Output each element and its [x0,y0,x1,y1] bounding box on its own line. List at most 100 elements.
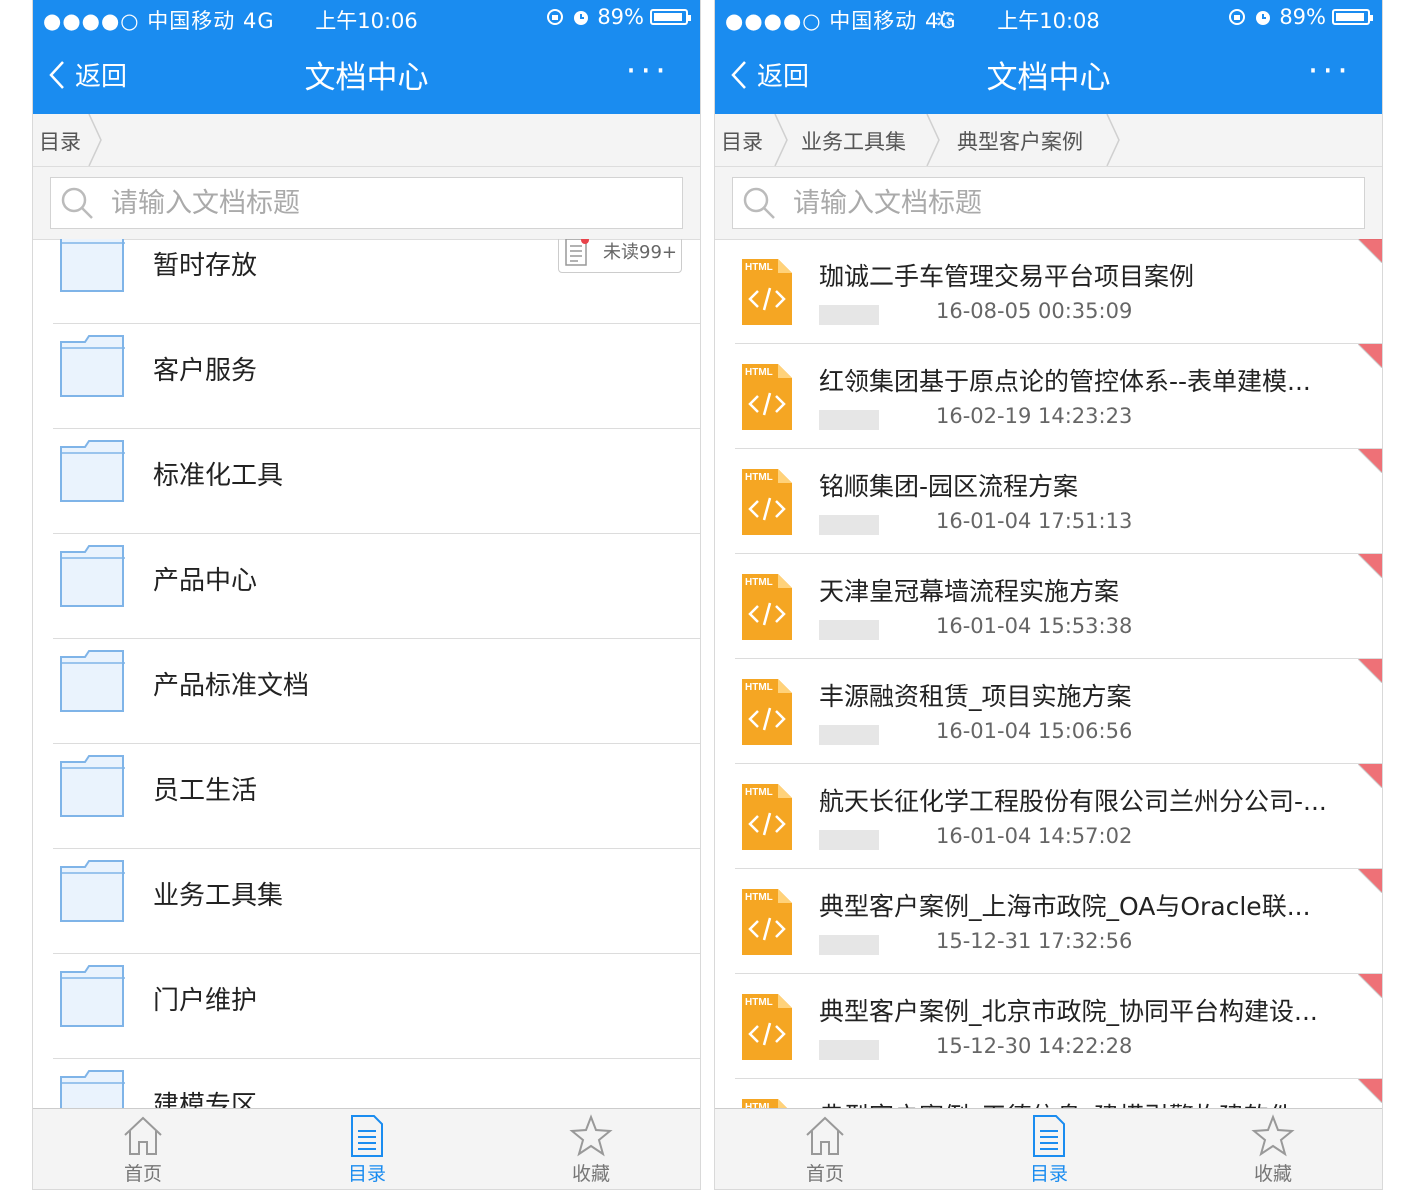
status-bar: ●●●●○ 中国移动 4G 上午10:08 89% [715,0,1382,36]
unread-corner-icon [1358,659,1382,683]
more-button[interactable]: ··· [626,54,670,88]
search-input[interactable] [109,186,618,220]
document-row[interactable]: HTML 珈诚二手车管理交易平台项目案例 16-08-05 00:35:09 [715,239,1382,344]
right-screen: ●●●●○ 中国移动 4G 上午10:08 89% 返回 文档中心 ··· 目录… [714,0,1383,1190]
folder-label: 门户维护 [153,986,258,1016]
document-date: 16-01-04 15:06:56 [936,719,1133,743]
tab-home[interactable]: 首页 [765,1113,885,1186]
breadcrumb: 目录 业务工具集 典型客户案例 [715,114,1382,167]
document-date: 16-02-19 14:23:23 [936,404,1133,428]
unread-corner-icon [1358,764,1382,788]
breadcrumb: 目录 [33,114,700,167]
rotation-lock-icon [1229,9,1246,25]
unread-corner-icon [1358,554,1382,578]
author-redacted [819,935,879,955]
document-title: 丰源融资租赁_项目实施方案 [819,682,1132,711]
document-date: 16-01-04 14:57:02 [936,824,1133,848]
author-redacted [819,1040,879,1060]
folder-icon [60,335,125,397]
folder-row[interactable]: 门户维护 [33,954,700,1059]
document-list-icon [351,1115,383,1157]
html-file-icon: HTML [742,574,792,640]
breadcrumb-item-cases[interactable]: 典型客户案例 [957,126,1083,156]
breadcrumb-separator-icon [1106,114,1120,166]
tab-bar: 首页 目录 收藏 [33,1108,700,1189]
document-row[interactable]: HTML典型客户案例_天德信息_建模引擎构建软件... [715,1079,1382,1110]
tab-catalog[interactable]: 目录 [989,1113,1109,1186]
breadcrumb-item-root[interactable]: 目录 [721,126,763,156]
folder-row[interactable]: 员工生活 [33,744,700,849]
author-redacted [819,830,879,850]
folder-row[interactable]: 客户服务 [33,324,700,429]
document-row[interactable]: HTML 天津皇冠幕墙流程实施方案 16-01-04 15:53:38 [715,554,1382,659]
author-redacted [819,725,879,745]
author-redacted [819,620,879,640]
folder-icon [60,1070,125,1110]
document-row[interactable]: HTML 航天长征化学工程股份有限公司兰州分公司-... 16-01-04 14:5… [715,764,1382,869]
header: ●●●●○ 中国移动 4G 上午10:06 89% 返回 文档中心 ··· [33,0,700,114]
unread-badge[interactable]: 未读99+ [558,239,682,273]
folder-row[interactable]: 产品标准文档 [33,639,700,744]
breadcrumb-item-root[interactable]: 目录 [39,126,81,156]
breadcrumb-item-toolset[interactable]: 业务工具集 [801,126,906,156]
alarm-icon [1256,11,1271,25]
breadcrumb-separator-icon [774,114,788,166]
battery-percent: 89% [597,5,644,29]
search-box[interactable] [732,177,1365,229]
tab-bar: 首页 目录 收藏 [715,1108,1382,1189]
tab-favorites-label: 收藏 [1253,1163,1292,1185]
unread-corner-icon [1358,239,1382,263]
home-icon [806,1116,844,1155]
tab-favorites-label: 收藏 [571,1163,610,1185]
unread-corner-icon [1358,974,1382,998]
unread-document-icon [565,239,589,266]
html-file-icon: HTML [742,889,792,955]
search-icon [61,187,93,219]
document-title: 航天长征化学工程股份有限公司兰州分公司-... [819,787,1327,816]
tab-catalog-label: 目录 [1029,1163,1068,1185]
nav-bar: 返回 文档中心 ··· [33,46,700,102]
tab-favorites[interactable]: 收藏 [1213,1113,1333,1186]
folder-row[interactable]: 业务工具集 [33,849,700,954]
folder-row[interactable]: 暂时存放 未读99+ [33,239,700,324]
svg-text:HTML: HTML [745,892,773,903]
folder-list: 暂时存放 未读99+ 客户服务 标准化工具产品中心产品标准文档 员工生活业务工具集门户维… [33,239,700,1110]
more-button[interactable]: ··· [1308,54,1352,88]
author-redacted [819,515,879,535]
search-input[interactable] [791,186,1300,220]
status-bar: ●●●●○ 中国移动 4G 上午10:06 89% [33,0,700,36]
html-file-icon: HTML [742,469,792,535]
left-screen: ●●●●○ 中国移动 4G 上午10:06 89% 返回 文档中心 ··· 目录 [32,0,701,1190]
page-title: 文档中心 [304,60,429,96]
folder-label: 产品中心 [153,566,258,596]
document-row[interactable]: HTML 红领集团基于原点论的管控体系--表单建模... 16-02-19 14:2… [715,344,1382,449]
tab-home[interactable]: 首页 [83,1113,203,1186]
folder-label: 产品标准文档 [153,671,310,701]
svg-text:HTML: HTML [745,682,773,693]
svg-text:HTML: HTML [745,577,773,588]
status-right: 89% [1227,5,1373,29]
tab-catalog-label: 目录 [347,1163,386,1185]
document-title: 铭顺集团-园区流程方案 [819,472,1079,501]
folder-row[interactable]: 建模专区 [33,1059,700,1110]
unread-corner-icon [1358,344,1382,368]
unread-corner-icon [1358,449,1382,473]
folder-row[interactable]: 产品中心 [33,534,700,639]
star-icon [1251,1114,1295,1157]
document-title: 天津皇冠幕墙流程实施方案 [819,577,1120,606]
header: ●●●●○ 中国移动 4G 上午10:08 89% 返回 文档中心 ··· [715,0,1382,114]
search-box[interactable] [50,177,683,229]
folder-label: 员工生活 [153,776,258,806]
tab-catalog[interactable]: 目录 [307,1113,427,1186]
tab-home-label: 首页 [805,1163,844,1185]
document-row[interactable]: HTML 丰源融资租赁_项目实施方案 16-01-04 15:06:56 [715,659,1382,764]
svg-text:HTML: HTML [745,472,773,483]
svg-text:HTML: HTML [745,997,773,1008]
document-row[interactable]: HTML 典型客户案例_上海市政院_OA与Oracle联... 15-12-31 1… [715,869,1382,974]
tab-favorites[interactable]: 收藏 [531,1113,651,1186]
status-right: 89% [545,5,691,29]
document-row[interactable]: HTML 典型客户案例_北京市政院_协同平台构建设... 15-12-30 14:2… [715,974,1382,1079]
folder-row[interactable]: 标准化工具 [33,429,700,534]
document-row[interactable]: HTML 铭顺集团-园区流程方案 16-01-04 17:51:13 [715,449,1382,554]
document-title: 典型客户案例_上海市政院_OA与Oracle联... [819,892,1311,921]
